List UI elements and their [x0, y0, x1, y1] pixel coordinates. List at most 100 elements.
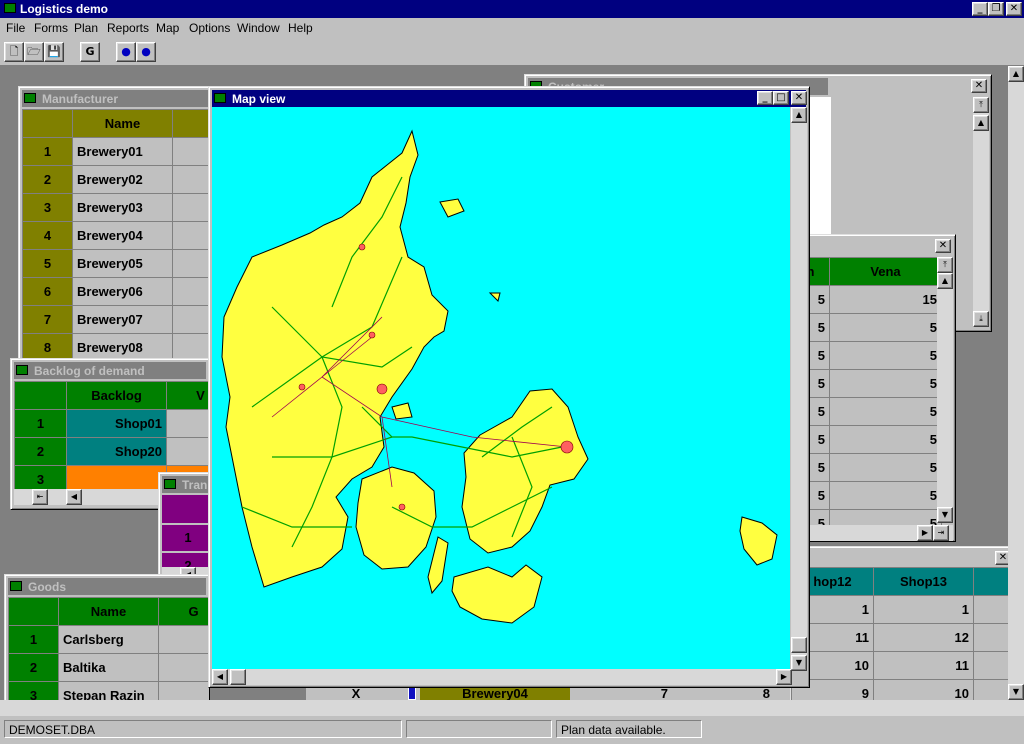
- menu-file[interactable]: File: [6, 21, 25, 35]
- col-header: Vena: [829, 257, 942, 286]
- menu-forms[interactable]: Forms: [34, 21, 68, 35]
- close-button[interactable]: ✕: [1006, 2, 1022, 16]
- cell[interactable]: Shop01: [66, 409, 167, 438]
- row-number[interactable]: 7: [22, 305, 73, 334]
- scroll-thumb[interactable]: [230, 669, 246, 685]
- scroll-thumb[interactable]: [791, 637, 807, 653]
- scroll-right-icon[interactable]: ▶: [776, 669, 792, 685]
- scroll-up-icon[interactable]: ▲: [973, 115, 989, 131]
- map-close-button[interactable]: ✕: [791, 91, 807, 105]
- map-window: Map view _ □ ✕ ▲ ▼ ◀ ▶: [208, 86, 810, 688]
- customer-vscroll[interactable]: ⤒ ▲ ⤓: [973, 97, 989, 327]
- cell[interactable]: 5: [829, 453, 942, 482]
- scroll-left-icon[interactable]: ◀: [212, 669, 228, 685]
- map-maximize-button[interactable]: □: [773, 91, 789, 105]
- row-number[interactable]: 3: [22, 193, 73, 222]
- scroll-end-icon[interactable]: ⇥: [933, 525, 949, 541]
- cell[interactable]: 5: [829, 341, 942, 370]
- cell[interactable]: Brewery02: [72, 165, 173, 194]
- cell[interactable]: Brewery03: [72, 193, 173, 222]
- cell[interactable]: 1: [873, 595, 974, 624]
- cell[interactable]: 5: [829, 481, 942, 510]
- row-number[interactable]: 5: [22, 249, 73, 278]
- scroll-top-icon[interactable]: ⤒: [973, 97, 989, 113]
- row-number[interactable]: 2: [8, 653, 59, 682]
- cell[interactable]: Brewery07: [72, 305, 173, 334]
- new-file-icon[interactable]: 🗋: [4, 42, 24, 62]
- demand-vscroll[interactable]: ⤒ ▲ ▼: [937, 257, 953, 523]
- restore-button[interactable]: ❐: [988, 2, 1004, 16]
- col-header: V: [166, 381, 209, 410]
- toolbar: 🗋 🗁 💾 G ● ●: [0, 38, 1024, 66]
- map-hscroll[interactable]: ◀ ▶: [212, 669, 792, 685]
- scroll-top-icon[interactable]: ⤒: [937, 257, 953, 273]
- minimize-button[interactable]: _: [972, 2, 988, 16]
- goods-window: Goods Name G 1 Carlsberg 2 Baltika 3 Stepan …: [4, 574, 210, 716]
- scroll-bottom-icon[interactable]: ⤓: [973, 311, 989, 327]
- scroll-down-icon[interactable]: ▼: [791, 655, 807, 671]
- globe-edit-icon[interactable]: ●: [136, 42, 156, 62]
- cell[interactable]: 5: [829, 313, 942, 342]
- plan-selector[interactable]: [408, 686, 416, 700]
- menu-map[interactable]: Map: [156, 21, 179, 35]
- save-icon[interactable]: 💾: [44, 42, 64, 62]
- scroll-up-icon[interactable]: ▲: [1008, 66, 1024, 82]
- map-minimize-button[interactable]: _: [757, 91, 773, 105]
- cell[interactable]: 12: [873, 623, 974, 652]
- row-number[interactable]: 2: [14, 437, 67, 466]
- map-vscroll[interactable]: ▲ ▼: [791, 107, 807, 671]
- menu-window[interactable]: Window: [237, 21, 280, 35]
- demand-close-button[interactable]: ✕: [935, 239, 951, 253]
- scroll-up-icon[interactable]: ▲: [937, 273, 953, 289]
- cell[interactable]: 5: [829, 397, 942, 426]
- row-number[interactable]: 1: [22, 137, 73, 166]
- cell[interactable]: 5: [829, 369, 942, 398]
- cell[interactable]: Shop20: [66, 437, 167, 466]
- globe-icon[interactable]: ●: [116, 42, 136, 62]
- open-file-icon[interactable]: 🗁: [24, 42, 44, 62]
- shops-grid: hop12 Shop13 11 11 12 10 11 9 10: [791, 567, 1012, 708]
- row-number[interactable]: 2: [22, 165, 73, 194]
- customer-close-button[interactable]: ✕: [971, 79, 987, 93]
- cell[interactable]: Brewery06: [72, 277, 173, 306]
- cell[interactable]: Baltika: [58, 653, 159, 682]
- status-bar: DEMOSET.DBA Plan data available.: [0, 716, 1024, 744]
- menu-plan[interactable]: Plan: [74, 21, 98, 35]
- map-canvas[interactable]: [212, 107, 790, 669]
- scroll-down-icon[interactable]: ▼: [937, 507, 953, 523]
- corner-cell: [14, 381, 67, 410]
- mdi-hscroll[interactable]: [0, 700, 1008, 716]
- row-number[interactable]: 1: [14, 409, 67, 438]
- menu-help[interactable]: Help: [288, 21, 313, 35]
- scroll-up-icon[interactable]: ▲: [791, 107, 807, 123]
- row-number[interactable]: 1: [8, 625, 59, 654]
- demand-hscroll[interactable]: ▶ ⇥: [791, 525, 953, 541]
- status-message: Plan data available.: [556, 720, 702, 738]
- scroll-start-icon[interactable]: ⇤: [32, 489, 48, 505]
- cell[interactable]: 15: [829, 285, 942, 314]
- cell[interactable]: Brewery05: [72, 249, 173, 278]
- cell[interactable]: 11: [873, 651, 974, 680]
- cell[interactable]: Brewery04: [72, 221, 173, 250]
- goods-grid: Name G 1 Carlsberg 2 Baltika 3 Stepan Razin: [8, 597, 209, 710]
- col-header: Name: [72, 109, 173, 138]
- row-number[interactable]: 2: [162, 553, 214, 567]
- menu-reports[interactable]: Reports: [107, 21, 149, 35]
- col-header: G: [158, 597, 209, 626]
- status-file: DEMOSET.DBA: [4, 720, 402, 738]
- row-number[interactable]: 6: [22, 277, 73, 306]
- cell[interactable]: Carlsberg: [58, 625, 159, 654]
- scroll-right-icon[interactable]: ▶: [917, 525, 933, 541]
- scroll-down-icon[interactable]: ▼: [1008, 684, 1024, 700]
- map-window-icon: [214, 93, 226, 103]
- scroll-left-icon[interactable]: ◀: [66, 489, 82, 505]
- mdi-vscroll[interactable]: ▲ ▼: [1008, 66, 1024, 716]
- g-button[interactable]: G: [80, 42, 100, 62]
- manufacturer-window: Manufacturer Name 1 Brewery01 2 Brewery02 …: [18, 86, 228, 366]
- corner-cell: [8, 597, 59, 626]
- row-number[interactable]: 1: [162, 525, 214, 551]
- cell[interactable]: Brewery01: [72, 137, 173, 166]
- cell[interactable]: 5: [829, 425, 942, 454]
- menu-options[interactable]: Options: [189, 21, 230, 35]
- row-number[interactable]: 4: [22, 221, 73, 250]
